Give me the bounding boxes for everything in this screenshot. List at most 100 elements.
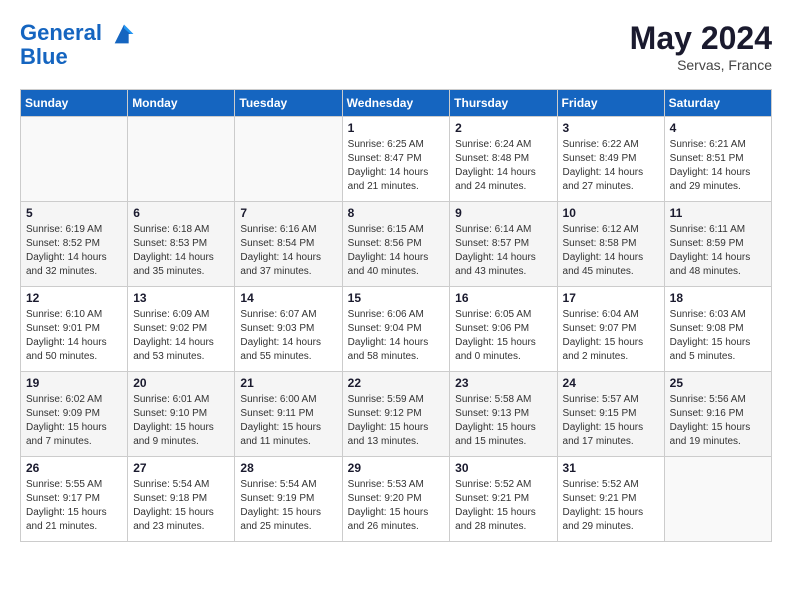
weekday-header-sunday: Sunday (21, 90, 128, 117)
calendar-cell: 24 Sunrise: 5:57 AM Sunset: 9:15 PM Dayli… (557, 372, 664, 457)
day-number: 6 (133, 206, 229, 220)
day-number: 19 (26, 376, 122, 390)
day-number: 7 (240, 206, 336, 220)
calendar-cell: 19Sunrise: 6:02 AM Sunset: 9:09 PM Dayli… (21, 372, 128, 457)
day-number: 11 (670, 206, 766, 220)
page-header: General Blue May 2024 Servas, France (20, 20, 772, 73)
day-info: Sunrise: 6:09 AM Sunset: 9:02 PM Dayligh… (133, 308, 229, 364)
calendar-cell (21, 117, 128, 202)
day-info: Sunrise: 5:57 AM Sunset: 9:15 PM Dayligh… (563, 393, 659, 449)
day-number: 24 (563, 376, 659, 390)
day-info: Sunrise: 6:22 AM Sunset: 8:49 PM Dayligh… (563, 138, 659, 194)
day-number: 28 (240, 461, 336, 475)
calendar-cell: 6 Sunrise: 6:18 AM Sunset: 8:53 PM Daylig… (128, 202, 235, 287)
day-info: Sunrise: 5:58 AM Sunset: 9:13 PM Dayligh… (455, 393, 551, 449)
calendar-cell: 4 Sunrise: 6:21 AM Sunset: 8:51 PM Daylig… (664, 117, 771, 202)
day-info: Sunrise: 5:52 AM Sunset: 9:21 PM Dayligh… (455, 478, 551, 534)
day-number: 23 (455, 376, 551, 390)
day-info: Sunrise: 6:07 AM Sunset: 9:03 PM Dayligh… (240, 308, 336, 364)
day-info: Sunrise: 6:15 AM Sunset: 8:56 PM Dayligh… (348, 223, 445, 279)
day-info: Sunrise: 6:19 AM Sunset: 8:52 PM Dayligh… (26, 223, 122, 279)
calendar-cell: 9 Sunrise: 6:14 AM Sunset: 8:57 PM Daylig… (450, 202, 557, 287)
day-info: Sunrise: 5:52 AM Sunset: 9:21 PM Dayligh… (563, 478, 659, 534)
day-info: Sunrise: 6:24 AM Sunset: 8:48 PM Dayligh… (455, 138, 551, 194)
day-info: Sunrise: 6:16 AM Sunset: 8:54 PM Dayligh… (240, 223, 336, 279)
calendar-cell: 23 Sunrise: 5:58 AM Sunset: 9:13 PM Dayli… (450, 372, 557, 457)
day-number: 3 (563, 121, 659, 135)
logo: General Blue (20, 20, 138, 70)
day-number: 9 (455, 206, 551, 220)
calendar-cell: 29 Sunrise: 5:53 AM Sunset: 9:20 PM Dayli… (342, 457, 450, 542)
calendar-cell: 30 Sunrise: 5:52 AM Sunset: 9:21 PM Dayli… (450, 457, 557, 542)
calendar-cell: 10 Sunrise: 6:12 AM Sunset: 8:58 PM Dayli… (557, 202, 664, 287)
day-info: Sunrise: 5:56 AM Sunset: 9:16 PM Dayligh… (670, 393, 766, 449)
day-info: Sunrise: 6:06 AM Sunset: 9:04 PM Dayligh… (348, 308, 445, 364)
day-info: Sunrise: 5:55 AM Sunset: 9:17 PM Dayligh… (26, 478, 122, 534)
calendar-cell: 20 Sunrise: 6:01 AM Sunset: 9:10 PM Dayli… (128, 372, 235, 457)
day-number: 29 (348, 461, 445, 475)
calendar-cell: 13 Sunrise: 6:09 AM Sunset: 9:02 PM Dayli… (128, 287, 235, 372)
day-number: 20 (133, 376, 229, 390)
day-info: Sunrise: 6:18 AM Sunset: 8:53 PM Dayligh… (133, 223, 229, 279)
day-number: 14 (240, 291, 336, 305)
day-number: 15 (348, 291, 445, 305)
calendar-cell: 14 Sunrise: 6:07 AM Sunset: 9:03 PM Dayli… (235, 287, 342, 372)
calendar-cell: 17Sunrise: 6:04 AM Sunset: 9:07 PM Dayli… (557, 287, 664, 372)
day-number: 31 (563, 461, 659, 475)
day-number: 13 (133, 291, 229, 305)
day-info: Sunrise: 6:01 AM Sunset: 9:10 PM Dayligh… (133, 393, 229, 449)
day-number: 12 (26, 291, 122, 305)
day-info: Sunrise: 5:54 AM Sunset: 9:18 PM Dayligh… (133, 478, 229, 534)
calendar-week-3: 12 Sunrise: 6:10 AM Sunset: 9:01 PM Dayli… (21, 287, 772, 372)
day-info: Sunrise: 6:11 AM Sunset: 8:59 PM Dayligh… (670, 223, 766, 279)
month-year: May 2024 (630, 20, 772, 57)
calendar-week-2: 5 Sunrise: 6:19 AM Sunset: 8:52 PM Daylig… (21, 202, 772, 287)
day-number: 21 (240, 376, 336, 390)
calendar-cell: 27Sunrise: 5:54 AM Sunset: 9:18 PM Dayli… (128, 457, 235, 542)
day-info: Sunrise: 6:21 AM Sunset: 8:51 PM Dayligh… (670, 138, 766, 194)
day-number: 5 (26, 206, 122, 220)
calendar-cell: 31 Sunrise: 5:52 AM Sunset: 9:21 PM Dayli… (557, 457, 664, 542)
calendar-cell: 22Sunrise: 5:59 AM Sunset: 9:12 PM Dayli… (342, 372, 450, 457)
day-info: Sunrise: 6:25 AM Sunset: 8:47 PM Dayligh… (348, 138, 445, 194)
day-number: 10 (563, 206, 659, 220)
day-info: Sunrise: 6:12 AM Sunset: 8:58 PM Dayligh… (563, 223, 659, 279)
calendar-table: SundayMondayTuesdayWednesdayThursdayFrid… (20, 89, 772, 542)
calendar-cell: 25 Sunrise: 5:56 AM Sunset: 9:16 PM Dayli… (664, 372, 771, 457)
calendar-cell: 15 Sunrise: 6:06 AM Sunset: 9:04 PM Dayli… (342, 287, 450, 372)
day-info: Sunrise: 6:05 AM Sunset: 9:06 PM Dayligh… (455, 308, 551, 364)
calendar-cell (128, 117, 235, 202)
day-info: Sunrise: 5:53 AM Sunset: 9:20 PM Dayligh… (348, 478, 445, 534)
day-number: 30 (455, 461, 551, 475)
calendar-cell: 28Sunrise: 5:54 AM Sunset: 9:19 PM Dayli… (235, 457, 342, 542)
calendar-cell: 5 Sunrise: 6:19 AM Sunset: 8:52 PM Daylig… (21, 202, 128, 287)
day-number: 25 (670, 376, 766, 390)
weekday-header-tuesday: Tuesday (235, 90, 342, 117)
day-number: 1 (348, 121, 445, 135)
weekday-header-monday: Monday (128, 90, 235, 117)
day-number: 16 (455, 291, 551, 305)
calendar-week-4: 19Sunrise: 6:02 AM Sunset: 9:09 PM Dayli… (21, 372, 772, 457)
calendar-cell: 7 Sunrise: 6:16 AM Sunset: 8:54 PM Daylig… (235, 202, 342, 287)
day-number: 22 (348, 376, 445, 390)
weekday-header-thursday: Thursday (450, 90, 557, 117)
day-info: Sunrise: 6:03 AM Sunset: 9:08 PM Dayligh… (670, 308, 766, 364)
calendar-week-5: 26Sunrise: 5:55 AM Sunset: 9:17 PM Dayli… (21, 457, 772, 542)
weekday-header-row: SundayMondayTuesdayWednesdayThursdayFrid… (21, 90, 772, 117)
logo-icon (110, 20, 138, 48)
day-number: 8 (348, 206, 445, 220)
weekday-header-wednesday: Wednesday (342, 90, 450, 117)
calendar-cell: 21 Sunrise: 6:00 AM Sunset: 9:11 PM Dayli… (235, 372, 342, 457)
day-info: Sunrise: 6:00 AM Sunset: 9:11 PM Dayligh… (240, 393, 336, 449)
day-number: 17 (563, 291, 659, 305)
calendar-cell: 3 Sunrise: 6:22 AM Sunset: 8:49 PM Daylig… (557, 117, 664, 202)
day-number: 4 (670, 121, 766, 135)
location: Servas, France (630, 57, 772, 73)
day-info: Sunrise: 6:14 AM Sunset: 8:57 PM Dayligh… (455, 223, 551, 279)
calendar-cell: 12 Sunrise: 6:10 AM Sunset: 9:01 PM Dayli… (21, 287, 128, 372)
calendar-cell (235, 117, 342, 202)
calendar-cell: 18Sunrise: 6:03 AM Sunset: 9:08 PM Dayli… (664, 287, 771, 372)
calendar-cell: 8 Sunrise: 6:15 AM Sunset: 8:56 PM Daylig… (342, 202, 450, 287)
weekday-header-friday: Friday (557, 90, 664, 117)
day-info: Sunrise: 6:10 AM Sunset: 9:01 PM Dayligh… (26, 308, 122, 364)
